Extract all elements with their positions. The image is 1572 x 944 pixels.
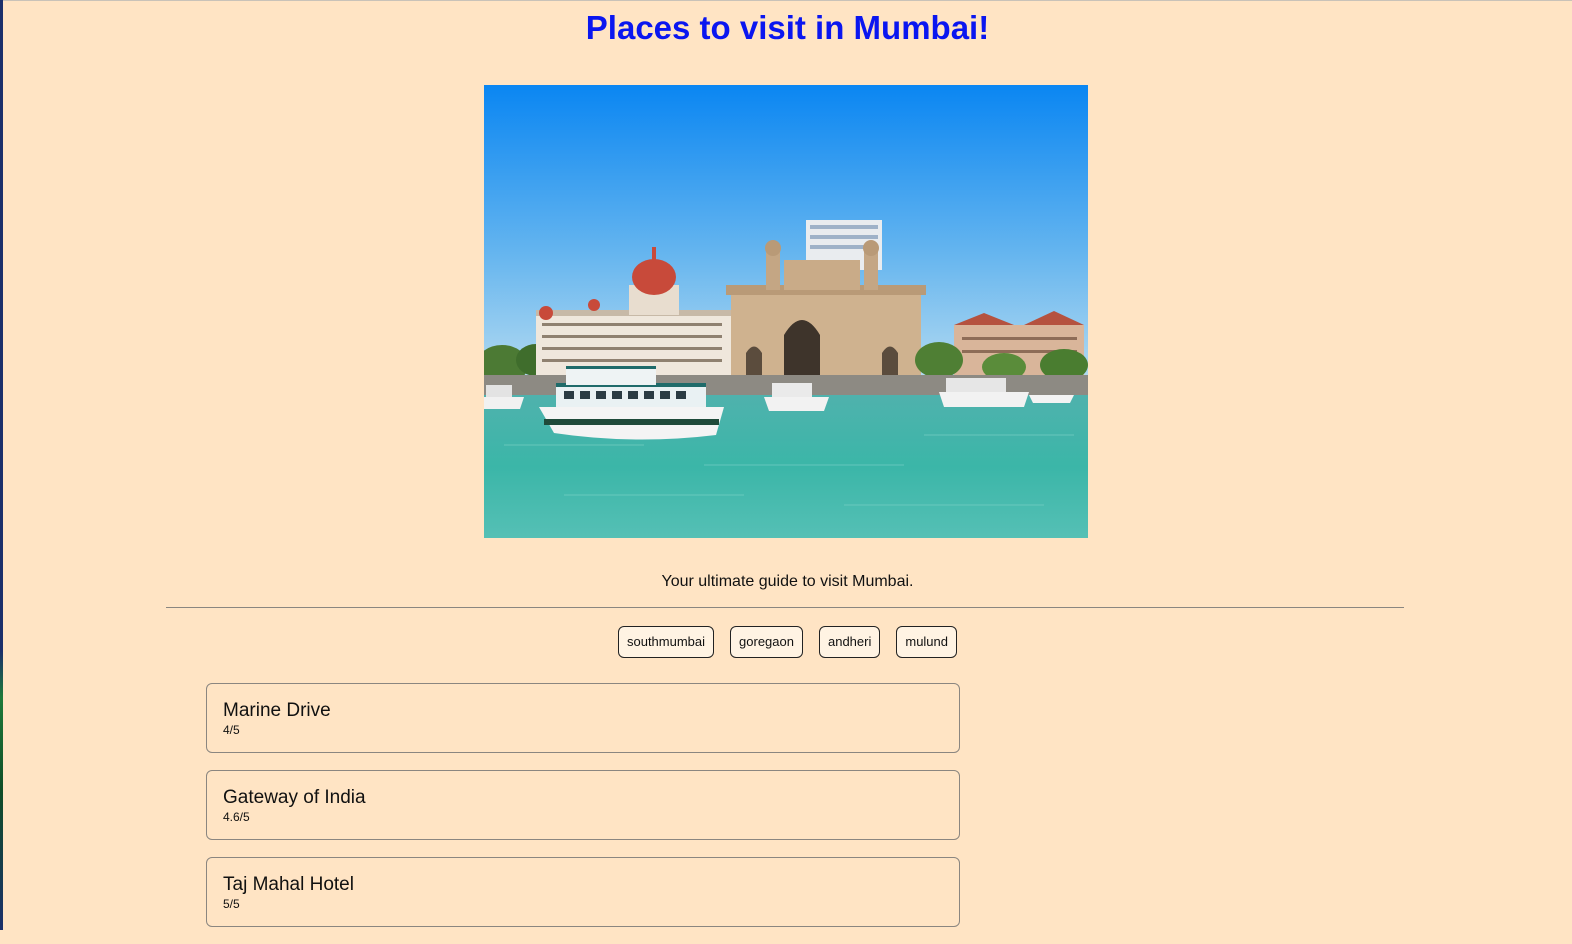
hero-image [484, 85, 1088, 538]
place-rating: 4.6/5 [223, 810, 250, 824]
place-name: Marine Drive [223, 700, 331, 721]
place-card-taj-mahal-hotel[interactable]: Taj Mahal Hotel 5/5 [206, 857, 960, 927]
page-title: Places to visit in Mumbai! [585, 9, 990, 46]
tag-button-mulund[interactable]: mulund [896, 626, 957, 658]
taj-dome [632, 259, 676, 295]
place-name: Taj Mahal Hotel [223, 874, 354, 895]
tag-button-goregaon[interactable]: goregaon [730, 626, 803, 658]
page-subtitle: Your ultimate guide to visit Mumbai. [661, 573, 914, 590]
place-card-marine-drive[interactable]: Marine Drive 4/5 [206, 683, 960, 753]
page: Places to visit in Mumbai! Your ultimate… [3, 0, 1572, 930]
place-rating: 4/5 [223, 723, 240, 737]
tag-filter-row: southmumbai goregaon andheri mulund [3, 626, 1572, 658]
tag-button-southmumbai[interactable]: southmumbai [617, 626, 715, 658]
tag-button-andheri[interactable]: andheri [818, 626, 881, 658]
divider [166, 607, 1404, 608]
place-name: Gateway of India [223, 787, 366, 808]
place-card-gateway-of-india[interactable]: Gateway of India 4.6/5 [206, 770, 960, 840]
place-rating: 5/5 [223, 897, 240, 911]
places-list: Marine Drive 4/5 Gateway of India 4.6/5 … [206, 683, 960, 944]
